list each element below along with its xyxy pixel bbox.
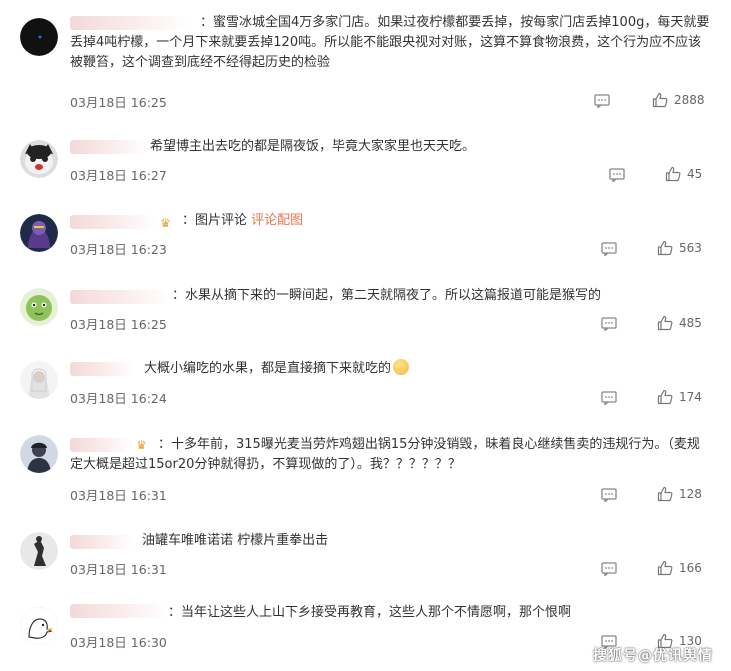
like-count: 166 bbox=[679, 561, 702, 575]
comment-time: 03月18日 16:31 bbox=[70, 488, 167, 503]
comment-text-body: 大概小编吃的水果，都是直接摘下来就吃的 bbox=[144, 361, 392, 376]
comment-time: 03月18日 16:27 bbox=[70, 168, 167, 183]
like-button[interactable]: 563 bbox=[657, 240, 702, 256]
comment-text: 大概小编吃的水果，都是直接摘下来就吃的 bbox=[144, 359, 704, 379]
user-avatar[interactable] bbox=[20, 607, 58, 645]
like-count: 45 bbox=[687, 167, 703, 181]
reply-icon[interactable] bbox=[601, 488, 617, 502]
comment-text: ：水果从摘下来的一瞬间起，第二天就隔夜了。所以这篇报道可能是猴写的 bbox=[172, 288, 602, 303]
user-avatar[interactable] bbox=[20, 140, 58, 178]
thumbs-up-icon bbox=[657, 486, 673, 502]
comment-text: 希望博主出去吃的都是隔夜饭，毕竟大家家里也天天吃。 bbox=[150, 139, 476, 154]
user-avatar[interactable] bbox=[20, 214, 58, 252]
reply-icon[interactable] bbox=[609, 168, 625, 182]
username-redacted[interactable] bbox=[70, 140, 146, 154]
like-button[interactable]: 485 bbox=[657, 315, 702, 331]
comment-text: ：当年让这些人上山下乡接受再教育，这些人那个不情愿啊，那个恨啊 bbox=[168, 605, 572, 620]
comment-time: 03月18日 16:30 bbox=[70, 635, 167, 650]
user-avatar[interactable] bbox=[20, 361, 58, 399]
thumbs-up-icon bbox=[657, 240, 673, 256]
reply-icon[interactable] bbox=[601, 317, 617, 331]
username-redacted[interactable] bbox=[70, 604, 166, 618]
like-count: 485 bbox=[679, 316, 702, 330]
crown-icon: ♛ bbox=[160, 216, 171, 230]
comment-text: ：蜜雪冰城全国4万多家门店。如果过夜柠檬都要丢掉，按每家门店丢掉100g，每天就… bbox=[70, 15, 710, 70]
thumbs-up-icon bbox=[657, 560, 673, 576]
username-redacted[interactable] bbox=[70, 290, 170, 304]
thumbs-up-icon bbox=[665, 166, 681, 182]
like-button[interactable]: 45 bbox=[665, 166, 702, 182]
like-button[interactable]: 2888 bbox=[652, 92, 705, 108]
smile-emoji-icon bbox=[393, 359, 410, 375]
reply-icon[interactable] bbox=[601, 242, 617, 256]
comment-time: 03月18日 16:25 bbox=[70, 95, 167, 110]
user-avatar[interactable] bbox=[20, 288, 58, 326]
like-button[interactable]: 166 bbox=[657, 560, 702, 576]
user-avatar[interactable] bbox=[20, 435, 58, 473]
comment-time: 03月18日 16:31 bbox=[70, 562, 167, 577]
comment-text: 油罐车唯唯诺诺 柠檬片重拳出击 bbox=[142, 533, 329, 548]
comment-time: 03月18日 16:24 bbox=[70, 391, 167, 406]
like-button[interactable]: 174 bbox=[657, 389, 702, 405]
username-redacted[interactable] bbox=[70, 535, 132, 549]
watermark: 搜狐号@优讯舆情 bbox=[593, 648, 713, 664]
username-redacted[interactable] bbox=[70, 362, 134, 376]
like-count: 128 bbox=[679, 487, 702, 501]
thumbs-up-icon bbox=[652, 92, 668, 108]
comment-time: 03月18日 16:23 bbox=[70, 242, 167, 257]
comment-text: ：十多年前，315曝光麦当劳炸鸡翅出锅15分钟没销毁，昧着良心继续售卖的违规行为… bbox=[70, 437, 700, 472]
thumbs-up-icon bbox=[657, 389, 673, 405]
comment-text: ：图片评论 评论配图 bbox=[182, 211, 702, 231]
like-count: 563 bbox=[679, 241, 702, 255]
like-count: 2888 bbox=[674, 93, 705, 107]
like-button[interactable]: 128 bbox=[657, 486, 702, 502]
comment-time: 03月18日 16:25 bbox=[70, 317, 167, 332]
user-avatar[interactable] bbox=[20, 18, 58, 56]
reply-icon[interactable] bbox=[601, 391, 617, 405]
username-redacted[interactable] bbox=[70, 215, 156, 229]
like-count: 174 bbox=[679, 390, 702, 404]
user-avatar[interactable] bbox=[20, 532, 58, 570]
comment-text-body: ：图片评论 bbox=[182, 213, 248, 228]
image-link[interactable]: 评论配图 bbox=[251, 213, 303, 228]
thumbs-up-icon bbox=[657, 315, 673, 331]
reply-icon[interactable] bbox=[594, 94, 610, 108]
reply-icon[interactable] bbox=[601, 562, 617, 576]
